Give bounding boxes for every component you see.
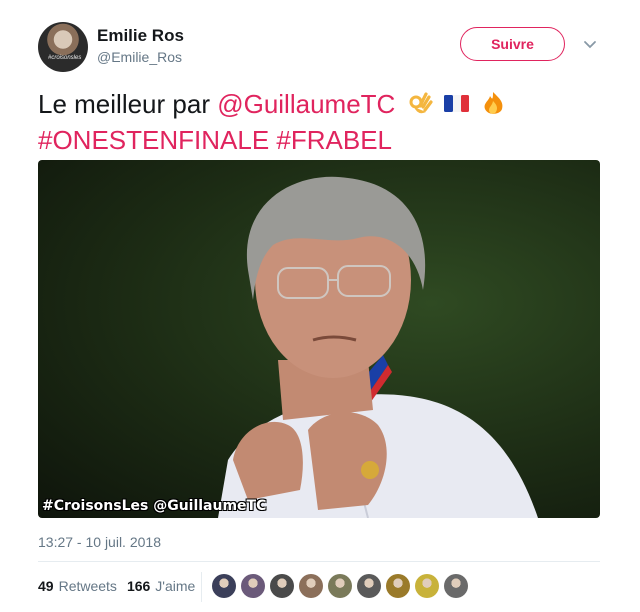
ok-hand-emoji [409, 92, 433, 114]
follow-button[interactable]: Suivre [460, 27, 565, 61]
french-flag-emoji [443, 95, 469, 112]
liker-avatar[interactable] [241, 574, 265, 598]
likes-label: J'aime [155, 578, 196, 594]
retweets-count: 49 [38, 578, 54, 594]
tweet-text-prefix: Le meilleur par [38, 89, 218, 119]
liker-avatar[interactable] [444, 574, 468, 598]
tweet-text: Le meilleur par @GuillaumeTC #ONESTENFIN… [38, 86, 608, 158]
photo-caption: #CroisonsLes @GuillaumeTC [42, 498, 267, 514]
likers-avatars [212, 574, 468, 598]
hashtag-frabel[interactable]: #FRABEL [276, 125, 392, 155]
tweet-photo[interactable]: #CroisonsLes @GuillaumeTC [38, 160, 600, 518]
stats-separator [201, 572, 202, 602]
avatar-caption: #croisonsles [48, 55, 82, 61]
tweet-timestamp[interactable]: 13:27 - 10 juil. 2018 [38, 534, 161, 550]
tweet-card: #croisonsles Emilie Ros @Emilie_Ros Suiv… [0, 0, 640, 612]
liker-avatar[interactable] [270, 574, 294, 598]
liker-avatar[interactable] [386, 574, 410, 598]
mention-link[interactable]: @GuillaumeTC [217, 89, 395, 119]
liker-avatar[interactable] [299, 574, 323, 598]
author-handle[interactable]: @Emilie_Ros [97, 49, 182, 65]
fire-emoji [484, 92, 503, 114]
liker-avatar[interactable] [328, 574, 352, 598]
liker-avatar[interactable] [415, 574, 439, 598]
man-portrait-image [218, 176, 538, 518]
tweet-stats: 49 Retweets 166 J'aime [38, 578, 195, 594]
chevron-down-icon[interactable] [583, 38, 597, 52]
divider [38, 561, 600, 562]
hashtag-onestenfinale[interactable]: #ONESTENFINALE [38, 125, 269, 155]
retweets-label: Retweets [58, 578, 117, 594]
author-avatar[interactable]: #croisonsles [38, 22, 88, 72]
likes-count: 166 [126, 578, 151, 594]
author-name[interactable]: Emilie Ros [97, 26, 184, 46]
liker-avatar[interactable] [212, 574, 236, 598]
liker-avatar[interactable] [357, 574, 381, 598]
retweets-stat[interactable]: 49 Retweets [38, 578, 117, 594]
likes-stat[interactable]: 166 J'aime [127, 578, 195, 594]
